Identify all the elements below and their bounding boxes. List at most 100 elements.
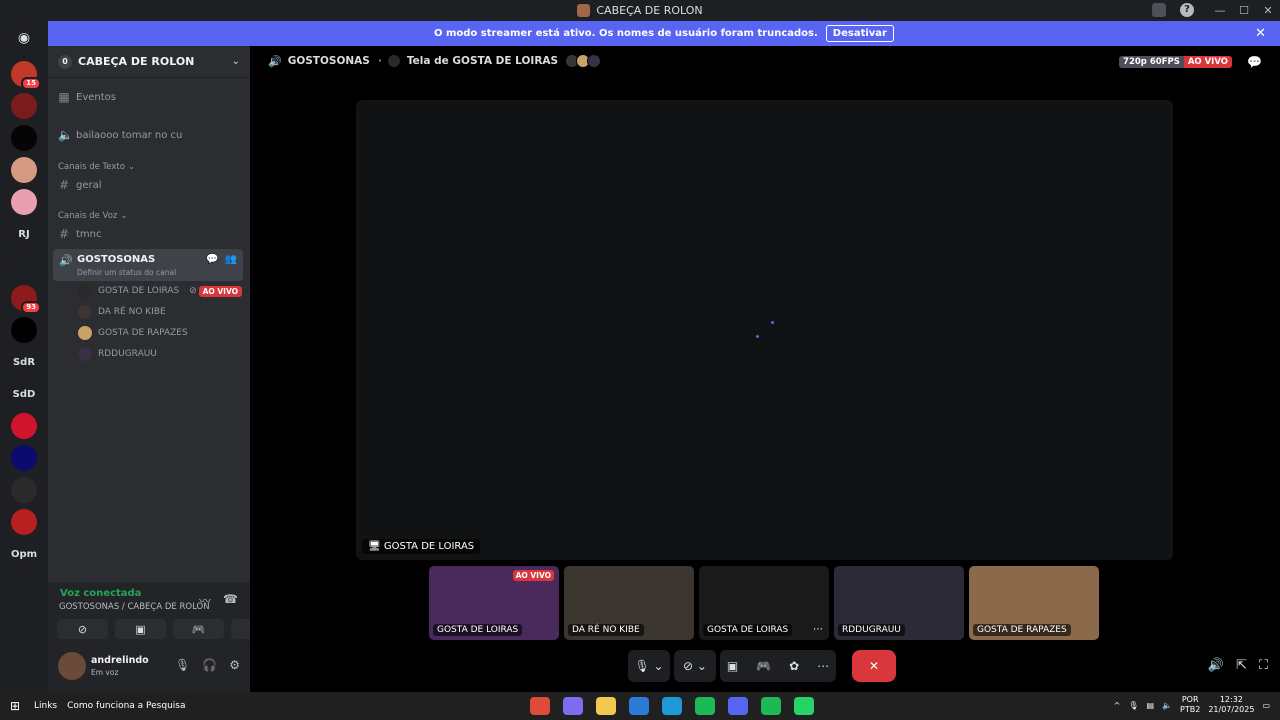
discord-home-icon[interactable]: ◉ bbox=[11, 25, 37, 51]
volume-tray-icon[interactable]: 🔈 bbox=[1162, 701, 1172, 710]
clock[interactable]: 12:32 21/07/2025 bbox=[1208, 695, 1254, 715]
noise-suppression-icon[interactable]: 〰 bbox=[199, 592, 211, 609]
channel-status[interactable]: Definir um status do canal bbox=[77, 268, 176, 277]
activity-button[interactable]: 🎮 bbox=[173, 619, 224, 639]
server-icon[interactable] bbox=[11, 189, 37, 215]
voice-path: GOSTOSONAS / CABEÇA DE ROLON bbox=[59, 602, 210, 612]
stream-screen[interactable]: 🖥 GOSTA DE LOIRAS bbox=[356, 100, 1173, 560]
participant-tile[interactable]: GOSTA DE LOIRAS AO VIVO bbox=[429, 566, 559, 640]
member-name: DA RÉ NO KIBE bbox=[98, 307, 166, 317]
chat-bubble-icon[interactable]: 💬 bbox=[1247, 55, 1262, 69]
chevron-up-icon[interactable]: ^ bbox=[1114, 701, 1121, 710]
text-category[interactable]: Canais de Texto ⌄ bbox=[58, 158, 242, 176]
voice-category[interactable]: Canais de Voz ⌄ bbox=[58, 207, 242, 225]
share-screen-icon[interactable]: ▣ bbox=[727, 659, 738, 673]
more-icon[interactable]: ⋯ bbox=[813, 624, 823, 635]
avatar[interactable] bbox=[58, 652, 86, 680]
server-icon[interactable]: SdD bbox=[11, 381, 37, 407]
stream-quality: 720p 60FPS AO VIVO bbox=[1119, 56, 1232, 68]
share-screen-button[interactable]: ▣ bbox=[115, 619, 166, 639]
volume-icon[interactable]: 🔊 bbox=[1208, 658, 1224, 673]
text-channel-item[interactable]: # tmnc bbox=[58, 225, 242, 243]
streamer-avatar bbox=[386, 54, 401, 68]
gear-icon[interactable]: ⚙ bbox=[229, 658, 240, 672]
taskbar-app-icon[interactable] bbox=[728, 697, 748, 715]
voice-member[interactable]: DA RÉ NO KIBE bbox=[78, 303, 242, 321]
notification-icon[interactable]: ▭ bbox=[1262, 701, 1270, 710]
participant-tile[interactable]: DA RÉ NO KIBE bbox=[564, 566, 694, 640]
taskbar-links[interactable]: Links bbox=[34, 701, 57, 711]
server-initials: RJ bbox=[18, 228, 30, 240]
taskbar-app-icon[interactable] bbox=[695, 697, 715, 715]
maximize-icon[interactable]: ☐ bbox=[1232, 4, 1256, 17]
active-voice-channel[interactable]: 🔊 GOSTOSONAS Definir um status do canal … bbox=[53, 249, 243, 281]
voice-channel-item[interactable]: 🔈 bailaooo tomar no cu bbox=[58, 126, 242, 144]
participant-tile[interactable]: GOSTA DE RAPAZES bbox=[969, 566, 1099, 640]
taskbar-app-icon[interactable] bbox=[761, 697, 781, 715]
server-icon[interactable]: Opm bbox=[11, 541, 37, 567]
network-icon[interactable]: ▤ bbox=[1147, 701, 1155, 710]
close-window-icon[interactable]: ✕ bbox=[1256, 4, 1280, 17]
disconnect-icon[interactable]: ☎ bbox=[223, 592, 238, 609]
inbox-icon[interactable] bbox=[1152, 3, 1166, 17]
text-channel-item[interactable]: # geral bbox=[58, 176, 242, 194]
server-icon[interactable] bbox=[11, 253, 37, 279]
server-icon[interactable] bbox=[11, 445, 37, 471]
microphone-tray-icon[interactable]: 🎙 bbox=[1128, 701, 1138, 710]
close-banner-icon[interactable]: ✕ bbox=[1255, 26, 1266, 41]
server-icon[interactable]: RJ bbox=[11, 221, 37, 247]
headphones-icon[interactable]: 🎧 bbox=[202, 658, 217, 672]
events-item[interactable]: ▦ Eventos bbox=[58, 88, 242, 106]
camera-off-button[interactable]: ⊘ bbox=[57, 619, 108, 639]
fullscreen-icon[interactable]: ⛶ bbox=[1259, 658, 1268, 673]
add-member-icon[interactable]: 👥 bbox=[225, 254, 237, 265]
chat-bubble-icon[interactable]: 💬 bbox=[206, 254, 218, 265]
username[interactable]: andrelindo bbox=[91, 655, 149, 666]
channel-sidebar: 0 CABEÇA DE ROLON ⌄ ▦ Eventos 🔈 bailaooo… bbox=[48, 46, 282, 692]
window-title: CABEÇA DE ROLON bbox=[596, 4, 703, 17]
activity-icon[interactable]: 🎮 bbox=[756, 659, 771, 673]
windows-start-icon[interactable]: ⊞ bbox=[0, 699, 30, 713]
keyboard-layout[interactable]: POR PTB2 bbox=[1180, 695, 1200, 715]
voice-member[interactable]: RDDUGRAUU bbox=[78, 345, 242, 363]
server-icon[interactable] bbox=[11, 125, 37, 151]
camera-button[interactable]: ⊘ ⌄ bbox=[674, 650, 716, 682]
soundboard-icon[interactable]: ✿ bbox=[789, 659, 799, 673]
minimize-icon[interactable]: — bbox=[1208, 4, 1232, 17]
participant-tile[interactable]: GOSTA DE LOIRAS ⋯ bbox=[699, 566, 829, 640]
taskbar-app-icon[interactable] bbox=[662, 697, 682, 715]
voice-status[interactable]: Voz conectada bbox=[60, 588, 141, 599]
server-icon[interactable] bbox=[11, 93, 37, 119]
server-icon[interactable] bbox=[11, 477, 37, 503]
server-icon[interactable] bbox=[11, 413, 37, 439]
member-name: RDDUGRAUU bbox=[98, 349, 157, 359]
server-icon[interactable] bbox=[11, 317, 37, 343]
disable-streamer-button[interactable]: Desativar bbox=[825, 25, 894, 42]
taskbar-app-icon[interactable] bbox=[629, 697, 649, 715]
server-icon[interactable] bbox=[11, 509, 37, 535]
tile-label: GOSTA DE LOIRAS bbox=[703, 624, 793, 636]
mention-badge: 93 bbox=[21, 301, 41, 314]
taskbar-app-icon[interactable] bbox=[596, 697, 616, 715]
help-icon[interactable]: ? bbox=[1180, 3, 1194, 17]
server-icon[interactable]: 15 bbox=[11, 61, 41, 90]
voice-member[interactable]: GOSTA DE LOIRAS ⊘ AO VIVO bbox=[78, 282, 242, 300]
taskbar-search[interactable]: Como funciona a Pesquisa bbox=[67, 701, 185, 711]
speaker-icon: 🔊 bbox=[268, 54, 282, 68]
popout-icon[interactable]: ⇱ bbox=[1236, 658, 1247, 673]
server-icon[interactable]: SdR bbox=[11, 349, 37, 375]
server-icon[interactable] bbox=[11, 157, 37, 183]
tile-label: DA RÉ NO KIBE bbox=[568, 624, 644, 636]
participant-tile[interactable]: RDDUGRAUU bbox=[834, 566, 964, 640]
voice-member[interactable]: GOSTA DE RAPAZES bbox=[78, 324, 242, 342]
more-icon[interactable]: ⋯ bbox=[817, 659, 829, 673]
microphone-icon[interactable]: 🎙 bbox=[175, 658, 190, 672]
server-icon[interactable]: 93 bbox=[11, 285, 41, 314]
server-header[interactable]: 0 CABEÇA DE ROLON ⌄ bbox=[48, 46, 250, 78]
events-label: Eventos bbox=[76, 91, 116, 103]
taskbar-app-icon[interactable] bbox=[563, 697, 583, 715]
taskbar-app-icon[interactable] bbox=[794, 697, 814, 715]
microphone-button[interactable]: 🎙 ⌄ bbox=[628, 650, 670, 682]
taskbar-app-icon[interactable] bbox=[530, 697, 550, 715]
end-call-button[interactable]: ✕ bbox=[852, 650, 896, 682]
